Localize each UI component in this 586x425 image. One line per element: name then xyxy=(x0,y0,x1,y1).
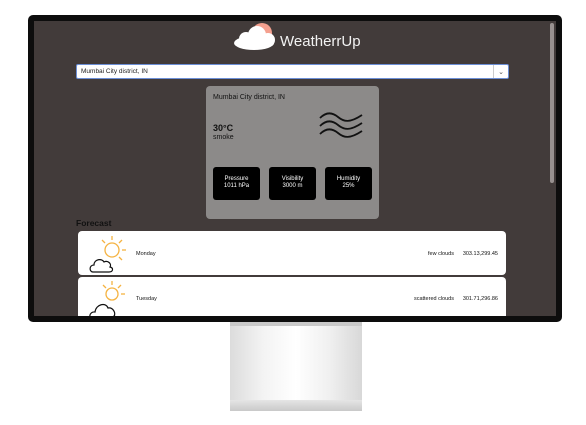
app-screen: WeatherrUp Mumbai City district, IN ⌄ Mu… xyxy=(34,21,556,316)
mist-icon xyxy=(319,112,363,138)
pressure-label: Pressure xyxy=(224,176,249,182)
scrollbar[interactable] xyxy=(550,23,554,183)
humidity-label: Humidity xyxy=(336,176,361,182)
forecast-temps: 301.71,296.86 xyxy=(462,296,498,302)
visibility-value: 3000 m xyxy=(282,183,303,189)
forecast-day: Tuesday xyxy=(136,296,157,302)
location-select-value: Mumbai City district, IN xyxy=(81,68,148,75)
partly-sunny-icon xyxy=(89,281,125,316)
humidity-stat: Humidity 25% xyxy=(325,167,372,200)
monitor-stand-shadow xyxy=(230,322,362,326)
forecast-row[interactable]: Tuesday scattered clouds 301.71,296.86 xyxy=(78,277,506,316)
pressure-stat: Pressure 1011 hPa xyxy=(213,167,260,200)
current-weather-card: Mumbai City district, IN 30°C smoke Pres… xyxy=(206,86,379,219)
visibility-stat: Visibility 3000 m xyxy=(269,167,316,200)
app-logo-text: WeatherrUp xyxy=(280,33,361,50)
current-temperature: 30°C xyxy=(213,123,234,133)
pressure-value: 1011 hPa xyxy=(223,183,250,189)
visibility-label: Visibility xyxy=(281,176,304,182)
location-select[interactable]: Mumbai City district, IN ⌄ xyxy=(76,64,509,79)
forecast-row[interactable]: Monday few clouds 303.13,299.45 xyxy=(78,231,506,275)
chevron-down-icon[interactable]: ⌄ xyxy=(493,65,508,78)
current-description: smoke xyxy=(213,134,234,141)
current-location: Mumbai City district, IN xyxy=(213,94,285,101)
monitor-stand-base xyxy=(230,400,362,411)
forecast-title: Forecast xyxy=(76,218,112,228)
forecast-temps: 303.13,299.45 xyxy=(462,251,498,257)
forecast-description: few clouds xyxy=(428,251,454,257)
partly-sunny-icon xyxy=(89,236,126,273)
forecast-day: Monday xyxy=(136,251,156,257)
forecast-description: scattered clouds xyxy=(413,296,454,302)
monitor-stand-neck xyxy=(230,322,362,400)
humidity-value: 25% xyxy=(342,183,355,189)
